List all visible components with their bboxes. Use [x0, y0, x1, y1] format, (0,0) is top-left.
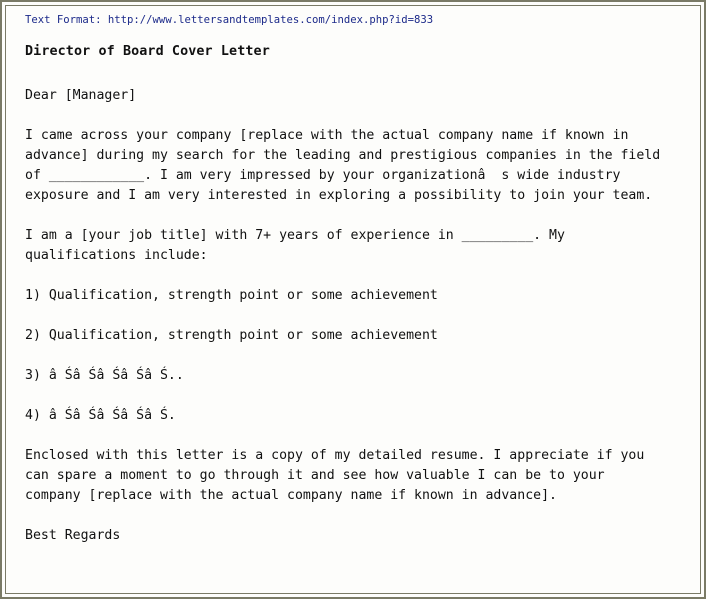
letter-title: Director of Board Cover Letter — [25, 44, 270, 59]
paragraph-experience: I am a [your job title] with 7+ years of… — [25, 228, 565, 263]
source-url-line: Text Format: http://www.lettersandtempla… — [25, 14, 434, 26]
paragraph-intro: I came across your company [replace with… — [25, 128, 661, 203]
qualification-item: 2) Qualification, strength point or some… — [25, 328, 438, 343]
document-frame: Text Format: http://www.lettersandtempla… — [0, 0, 706, 599]
salutation: Dear [Manager] — [25, 88, 137, 103]
qualification-item: 1) Qualification, strength point or some… — [25, 288, 438, 303]
qualification-item: 3) â Śâ Śâ Śâ Śâ Ś.. — [25, 368, 184, 383]
qualification-item: 4) â Śâ Śâ Śâ Śâ Ś. — [25, 408, 176, 423]
closing: Best Regards — [25, 528, 121, 543]
paragraph-enclosure: Enclosed with this letter is a copy of m… — [25, 448, 645, 503]
letter-body: Dear [Manager] I came across your compan… — [25, 86, 705, 566]
